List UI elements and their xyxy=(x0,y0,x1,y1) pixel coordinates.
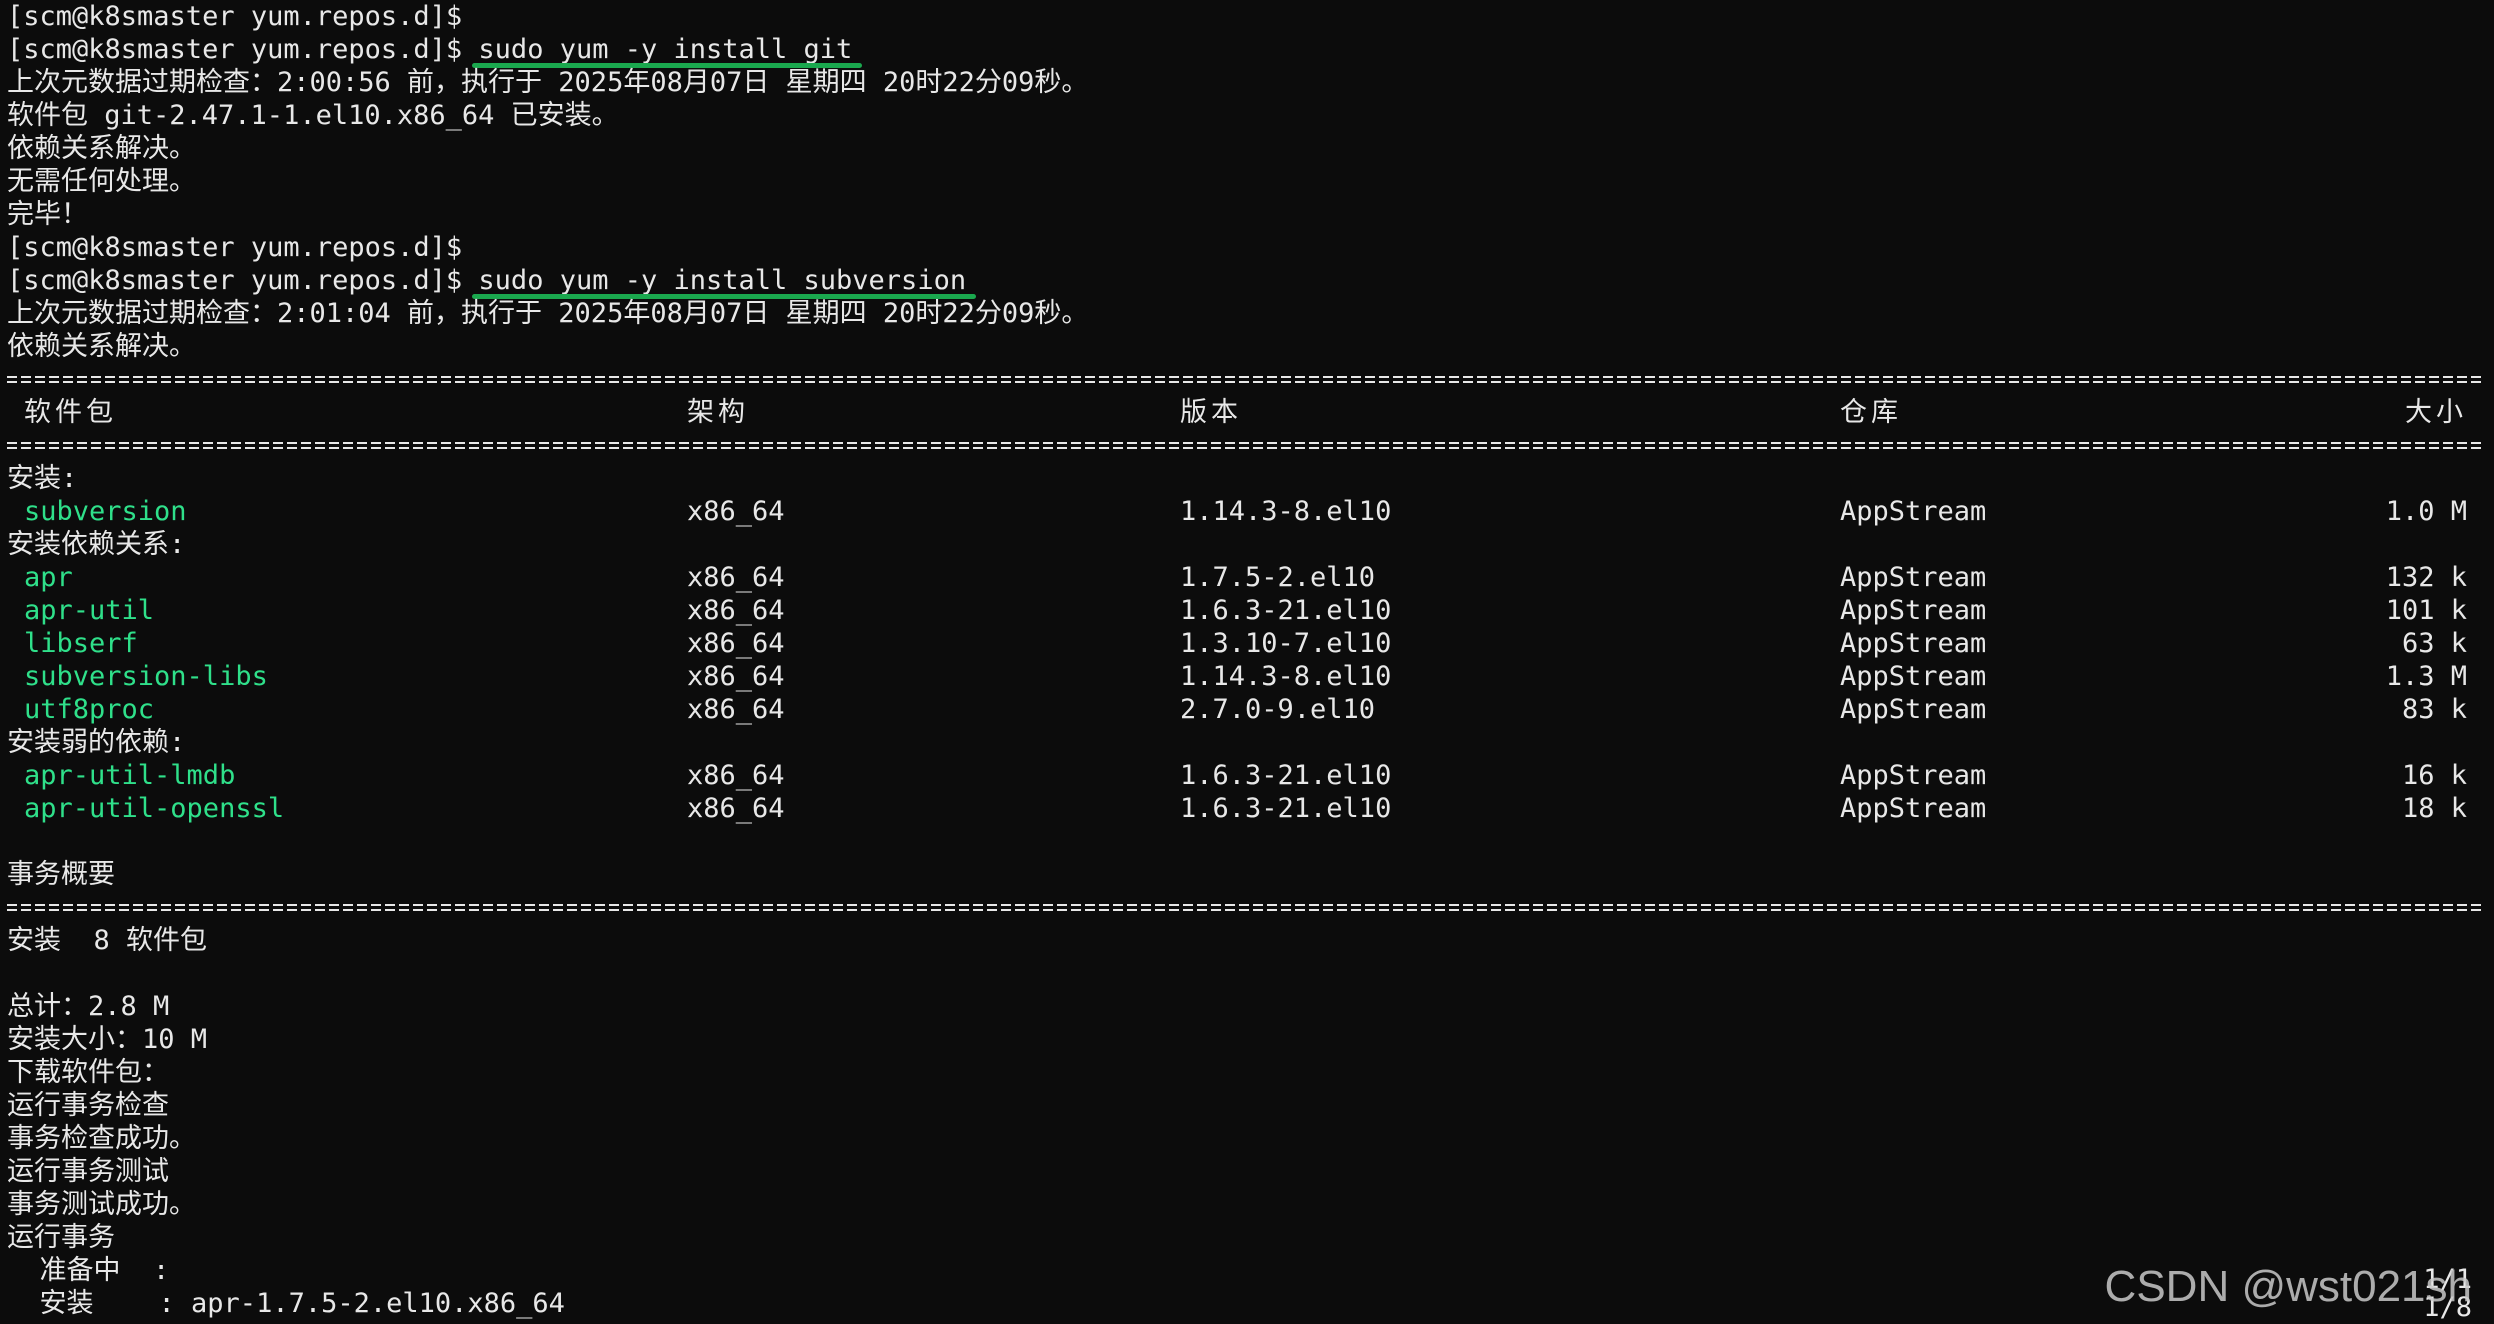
pkg-arch: x86_64 xyxy=(687,628,785,659)
separator-rule xyxy=(7,891,2485,924)
pkg-version: 1.6.3-21.el10 xyxy=(1180,760,1392,791)
pkg-arch: x86_64 xyxy=(687,496,785,527)
output-line: 事务测试成功。 xyxy=(7,1189,196,1220)
pkg-name: apr-util-openssl xyxy=(24,793,285,824)
table-header: 软件包 架构 版本 仓库 大小 xyxy=(7,396,2485,429)
table-row: apr-util x86_64 1.6.3-21.el10 AppStream … xyxy=(7,594,2485,627)
output-line: 运行事务 xyxy=(7,1222,115,1253)
pkg-repo: AppStream xyxy=(1840,793,1987,824)
pkg-name: utf8proc xyxy=(24,694,155,725)
header-repo: 仓库 xyxy=(1840,397,1902,428)
pkg-name: subversion-libs xyxy=(24,661,268,692)
header-arch: 架构 xyxy=(687,397,749,428)
pkg-repo: AppStream xyxy=(1840,496,1987,527)
section-label: 安装依赖关系: xyxy=(7,529,186,560)
output-line: 安装大小：10 M xyxy=(7,1024,208,1055)
prompt-line: [scm@k8smaster yum.repos.d]$ xyxy=(7,232,463,263)
pkg-arch: x86_64 xyxy=(687,760,785,791)
pkg-size: 132 k xyxy=(2385,562,2467,593)
prompt-line-svn: [scm@k8smaster yum.repos.d]$ sudo yum -y… xyxy=(7,264,2485,299)
pkg-arch: x86_64 xyxy=(687,793,785,824)
output-line: 上次元数据过期检查：2:01:04 前，执行于 2025年08月07日 星期四 … xyxy=(7,298,1089,329)
prompt-line: [scm@k8smaster yum.repos.d]$ xyxy=(7,1,463,32)
pkg-version: 1.14.3-8.el10 xyxy=(1180,496,1392,527)
output-line: 运行事务测试 xyxy=(7,1156,169,1187)
output-line: 依赖关系解决。 xyxy=(7,133,196,164)
prompt: [scm@k8smaster yum.repos.d]$ xyxy=(7,265,463,296)
pkg-size: 101 k xyxy=(2385,595,2467,626)
pkg-size: 18 k xyxy=(2401,793,2467,824)
command-install-subversion: sudo yum -y install subversion xyxy=(472,264,977,299)
pkg-size: 83 k xyxy=(2401,694,2467,725)
pkg-repo: AppStream xyxy=(1840,661,1987,692)
pkg-repo: AppStream xyxy=(1840,760,1987,791)
pkg-version: 2.7.0-9.el10 xyxy=(1180,694,1376,725)
output-line: 上次元数据过期检查：2:00:56 前，执行于 2025年08月07日 星期四 … xyxy=(7,67,1089,98)
pkg-repo: AppStream xyxy=(1840,595,1987,626)
header-version: 版本 xyxy=(1180,397,1242,428)
table-row: subversion-libs x86_64 1.14.3-8.el10 App… xyxy=(7,660,2485,693)
output-line: 无需任何处理。 xyxy=(7,166,196,197)
pkg-version: 1.6.3-21.el10 xyxy=(1180,793,1392,824)
table-row: subversion x86_64 1.14.3-8.el10 AppStrea… xyxy=(7,495,2485,528)
pkg-version: 1.7.5-2.el10 xyxy=(1180,562,1376,593)
pkg-repo: AppStream xyxy=(1840,694,1987,725)
table-row: libserf x86_64 1.3.10-7.el10 AppStream 6… xyxy=(7,627,2485,660)
prompt-line-git: [scm@k8smaster yum.repos.d]$ sudo yum -y… xyxy=(7,33,2485,68)
table-row: utf8proc x86_64 2.7.0-9.el10 AppStream 8… xyxy=(7,693,2485,726)
header-name: 软件包 xyxy=(24,397,117,428)
section-label: 安装: xyxy=(7,463,78,494)
pkg-size: 16 k xyxy=(2401,760,2467,791)
table-row: apr-util-lmdb x86_64 1.6.3-21.el10 AppSt… xyxy=(7,759,2485,792)
watermark: CSDN @wst021sh xyxy=(2104,1262,2472,1311)
pkg-version: 1.6.3-21.el10 xyxy=(1180,595,1392,626)
pkg-arch: x86_64 xyxy=(687,595,785,626)
separator-rule xyxy=(7,429,2485,462)
pkg-version: 1.3.10-7.el10 xyxy=(1180,628,1392,659)
pkg-repo: AppStream xyxy=(1840,628,1987,659)
summary-title: 事务概要 xyxy=(7,859,115,890)
pkg-arch: x86_64 xyxy=(687,562,785,593)
pkg-repo: AppStream xyxy=(1840,562,1987,593)
pkg-name: apr-util-lmdb xyxy=(24,760,236,791)
table-row: apr x86_64 1.7.5-2.el10 AppStream 132 k xyxy=(7,561,2485,594)
output-line: 运行事务检查 xyxy=(7,1090,169,1121)
section-label: 安装弱的依赖: xyxy=(7,727,186,758)
pkg-name: apr-util xyxy=(24,595,155,626)
command-install-git: sudo yum -y install git xyxy=(472,33,863,68)
output-line: 依赖关系解决。 xyxy=(7,331,196,362)
pkg-size: 1.3 M xyxy=(2385,661,2467,692)
pkg-name: apr xyxy=(24,562,73,593)
pkg-arch: x86_64 xyxy=(687,661,785,692)
output-line: 下载软件包： xyxy=(7,1057,169,1088)
pkg-version: 1.14.3-8.el10 xyxy=(1180,661,1392,692)
table-row: apr-util-openssl x86_64 1.6.3-21.el10 Ap… xyxy=(7,792,2485,825)
terminal-output[interactable]: [scm@k8smaster yum.repos.d]$ [scm@k8smas… xyxy=(7,0,2485,1320)
separator-rule xyxy=(7,363,2485,396)
pkg-size: 63 k xyxy=(2401,628,2467,659)
output-line: 事务检查成功。 xyxy=(7,1123,196,1154)
output-line: 总计：2.8 M xyxy=(7,991,170,1022)
summary-install: 安装 8 软件包 xyxy=(7,925,208,956)
header-size: 大小 xyxy=(2405,397,2467,428)
prompt: [scm@k8smaster yum.repos.d]$ xyxy=(7,34,463,65)
pkg-size: 1.0 M xyxy=(2385,496,2467,527)
output-line: 完毕！ xyxy=(7,199,88,230)
output-line: 软件包 git-2.47.1-1.el10.x86_64 已安装。 xyxy=(7,100,619,131)
pkg-arch: x86_64 xyxy=(687,694,785,725)
pkg-name: subversion xyxy=(24,496,187,527)
pkg-name: libserf xyxy=(24,628,138,659)
